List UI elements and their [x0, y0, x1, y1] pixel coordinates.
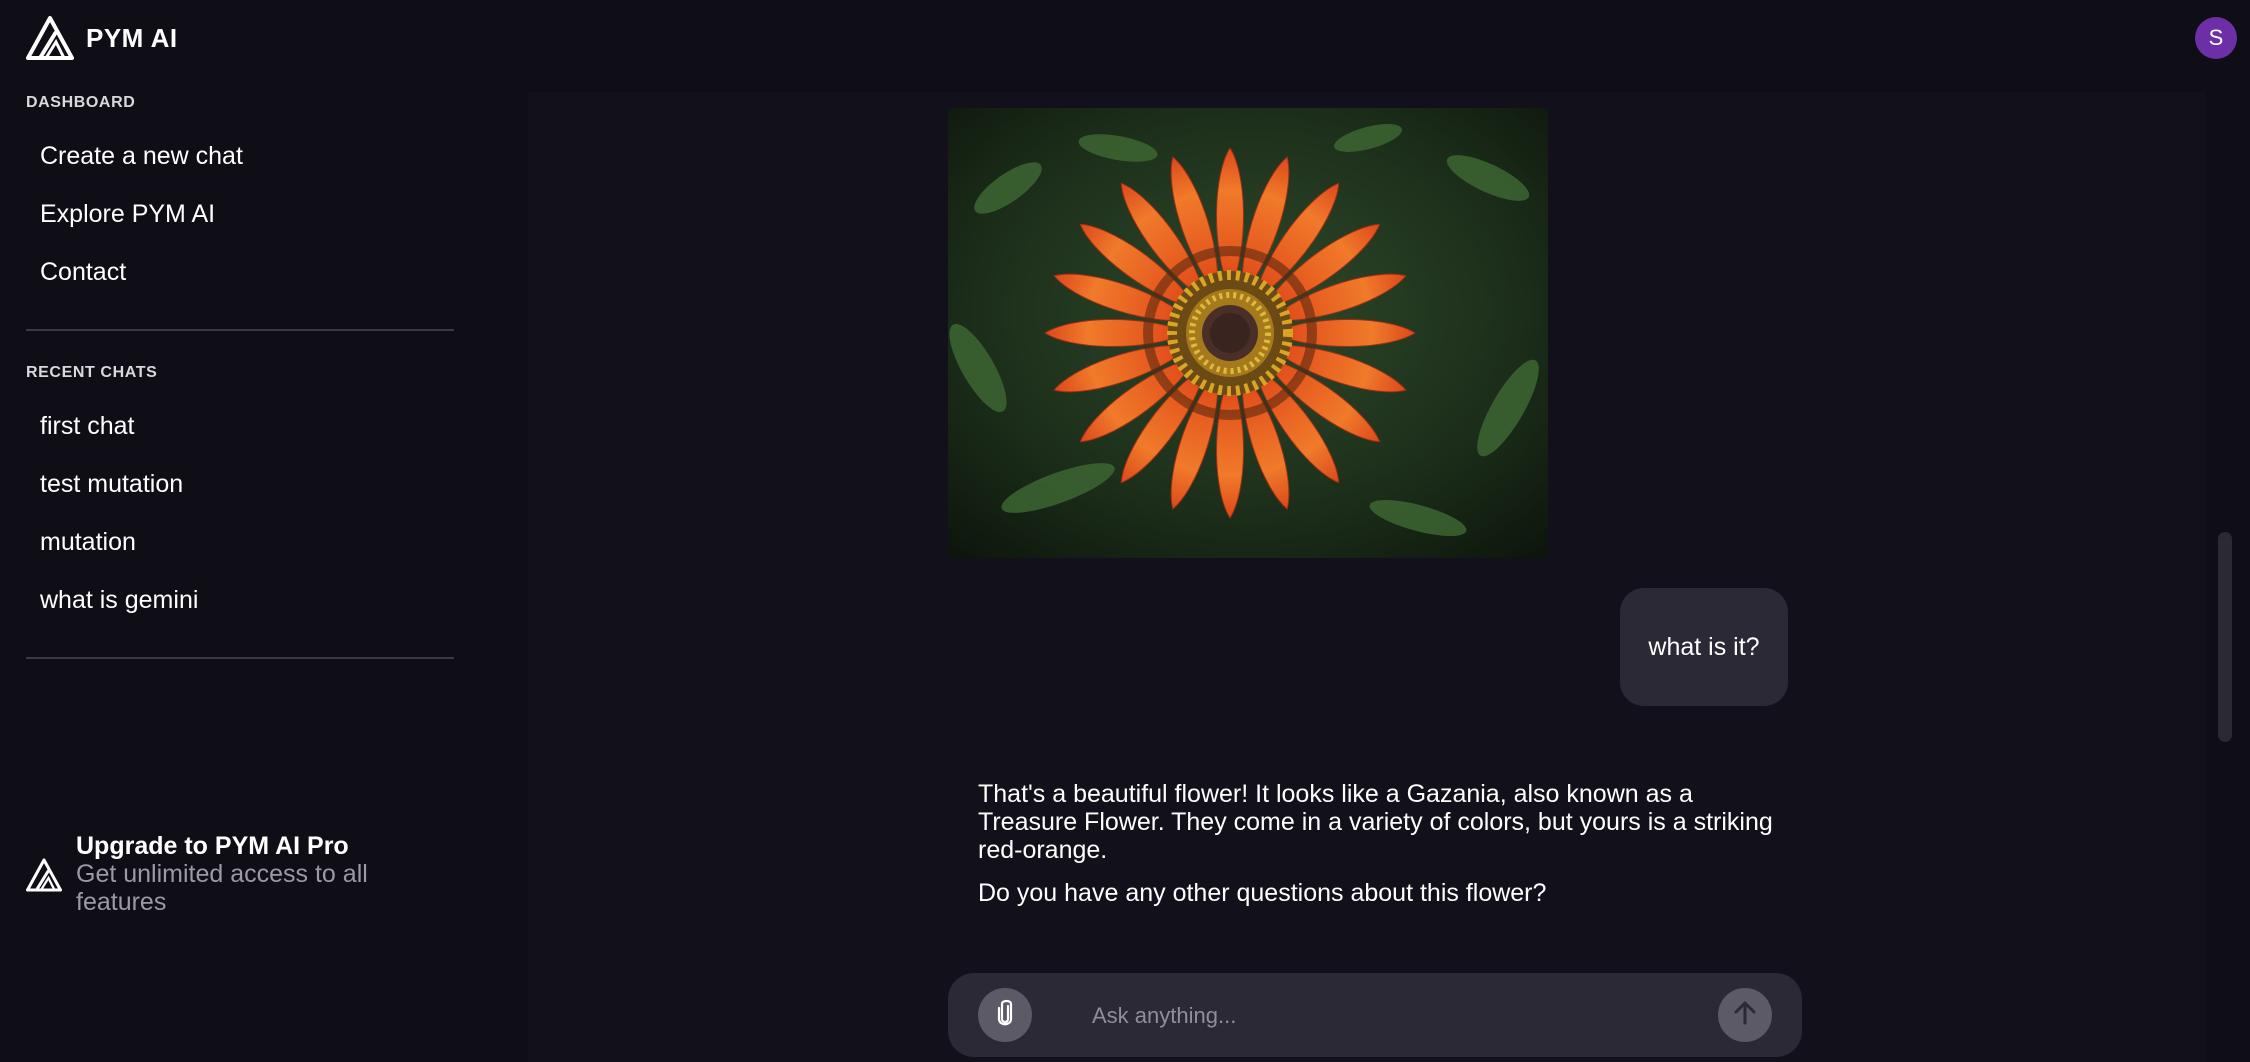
chat-input[interactable]: [1090, 993, 1694, 1039]
send-button[interactable]: [1718, 988, 1772, 1042]
app-logo[interactable]: PYM AI: [26, 16, 178, 60]
recent-chat-item[interactable]: mutation: [40, 528, 136, 557]
avatar[interactable]: S: [2195, 17, 2237, 59]
sidebar-item-explore[interactable]: Explore PYM AI: [40, 200, 215, 229]
top-bar: PYM AI S: [0, 0, 2250, 78]
recent-chat-item[interactable]: test mutation: [40, 470, 183, 499]
logo-icon: [26, 832, 62, 892]
divider: [26, 329, 454, 331]
dashboard-section-title: DASHBOARD: [26, 94, 136, 111]
uploaded-flower-image: [948, 108, 1548, 558]
arrow-up-icon: [1731, 999, 1759, 1032]
app-name: PYM AI: [86, 22, 178, 53]
recent-chat-item[interactable]: what is gemini: [40, 586, 198, 615]
logo-icon: [26, 16, 74, 60]
attach-button[interactable]: [978, 988, 1032, 1042]
sidebar-item-create-new-chat[interactable]: Create a new chat: [40, 142, 243, 171]
ai-response-paragraph: Do you have any other questions about th…: [978, 879, 1547, 907]
recent-chat-item[interactable]: first chat: [40, 412, 134, 441]
upgrade-title: Upgrade to PYM AI Pro: [76, 832, 349, 860]
ai-response-paragraph: That's a beautiful flower! It looks like…: [978, 780, 1773, 864]
chat-composer: [948, 973, 1802, 1057]
paperclip-icon: [992, 998, 1018, 1033]
ai-response: That's a beautiful flower! It looks like…: [978, 780, 1778, 922]
divider: [26, 657, 454, 659]
user-message-bubble: what is it?: [1620, 588, 1788, 706]
recent-chats-title: RECENT CHATS: [26, 364, 158, 381]
upgrade-promo[interactable]: Upgrade to PYM AI Pro Get unlimited acce…: [26, 832, 376, 916]
sidebar-item-contact[interactable]: Contact: [40, 258, 126, 287]
upgrade-subtitle: Get unlimited access to all features: [76, 860, 368, 916]
scrollbar[interactable]: [2218, 532, 2232, 742]
